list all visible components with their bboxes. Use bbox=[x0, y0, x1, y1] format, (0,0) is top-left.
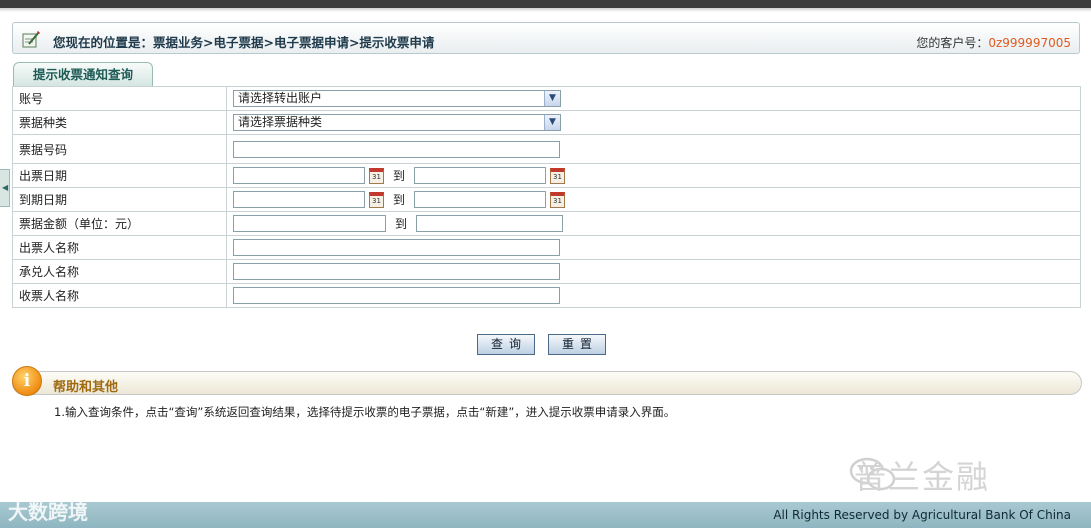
bill-number-input[interactable] bbox=[233, 140, 560, 158]
form-cell bbox=[226, 283, 1081, 308]
payee-name-input[interactable] bbox=[233, 287, 560, 304]
bill-type-select[interactable]: 请选择票据种类 ▼ bbox=[233, 114, 561, 131]
acceptor-name-input[interactable] bbox=[233, 263, 560, 280]
issue-date-end-input[interactable] bbox=[414, 167, 546, 184]
help-title: 帮助和其他 bbox=[53, 380, 119, 395]
amount-max-input[interactable] bbox=[416, 215, 563, 232]
form-label: 收票人名称 bbox=[12, 283, 227, 308]
help-text: 1.输入查询条件，点击“查询”系统返回查询结果，选择待提示收票的电子票据，点击“… bbox=[54, 405, 676, 419]
form-label: 票据金额（单位：元） bbox=[12, 211, 227, 236]
sidebar-collapse-handle[interactable]: ◀ bbox=[0, 169, 10, 207]
help-section-header bbox=[12, 371, 1082, 395]
form-cell: 31 到 31 bbox=[226, 163, 1081, 188]
bill-type-select-value: 请选择票据种类 bbox=[238, 115, 323, 129]
form-cell: 请选择票据种类 ▼ bbox=[226, 110, 1081, 135]
form-cell bbox=[226, 259, 1081, 284]
calendar-day: 31 bbox=[372, 196, 381, 205]
to-label: 到 bbox=[392, 193, 405, 207]
account-select[interactable]: 请选择转出账户 ▼ bbox=[233, 90, 561, 107]
form-label: 票据号码 bbox=[12, 134, 227, 164]
chevron-left-icon: ◀ bbox=[2, 183, 9, 192]
form-label: 到期日期 bbox=[12, 187, 227, 212]
customer-number: 您的客户号：0z999997005 bbox=[916, 34, 1071, 51]
reset-button[interactable]: 重置 bbox=[548, 334, 606, 355]
calendar-day: 31 bbox=[553, 172, 562, 181]
query-button[interactable]: 查询 bbox=[477, 334, 535, 355]
form-cell bbox=[226, 134, 1081, 164]
breadcrumb: 您现在的位置是：票据业务>电子票据>电子票据申请>提示收票申请 bbox=[53, 35, 435, 50]
tab-bill-query[interactable]: 提示收票通知查询 bbox=[13, 62, 153, 86]
form-cell: 请选择转出账户 ▼ bbox=[226, 86, 1081, 111]
form-label: 承兑人名称 bbox=[12, 259, 227, 284]
form-cell: 31 到 31 bbox=[226, 187, 1081, 212]
calendar-icon[interactable]: 31 bbox=[550, 167, 565, 184]
copyright-text: All Rights Reserved by Agricultural Bank… bbox=[773, 508, 1071, 522]
watermark-text: 普兰金融 bbox=[854, 458, 991, 496]
form-label: 出票日期 bbox=[12, 163, 227, 188]
form-label: 账号 bbox=[12, 86, 227, 111]
query-form: 账号 请选择转出账户 ▼ 票据种类 请选择票据种类 ▼ 票据号码 出票日期 31 到 3… bbox=[12, 86, 1081, 308]
calendar-day: 31 bbox=[372, 172, 381, 181]
pencil-note-icon bbox=[22, 31, 40, 48]
calendar-day: 31 bbox=[553, 196, 562, 205]
window-top-bar bbox=[0, 0, 1091, 8]
amount-min-input[interactable] bbox=[233, 215, 386, 232]
customer-number-label: 您的客户号： bbox=[916, 36, 989, 50]
customer-number-value: 0z999997005 bbox=[988, 36, 1071, 50]
form-cell: 到 bbox=[226, 211, 1081, 236]
drawer-name-input[interactable] bbox=[233, 239, 560, 256]
info-icon: i bbox=[12, 366, 42, 396]
form-label: 出票人名称 bbox=[12, 235, 227, 260]
chevron-down-icon[interactable]: ▼ bbox=[544, 91, 560, 106]
account-select-value: 请选择转出账户 bbox=[238, 91, 323, 105]
form-cell bbox=[226, 235, 1081, 260]
calendar-icon[interactable]: 31 bbox=[369, 191, 384, 208]
footer: All Rights Reserved by Agricultural Bank… bbox=[0, 502, 1091, 528]
top-shadow bbox=[0, 8, 1091, 12]
chevron-down-icon[interactable]: ▼ bbox=[544, 115, 560, 130]
issue-date-start-input[interactable] bbox=[233, 167, 365, 184]
to-label: 到 bbox=[394, 217, 407, 231]
due-date-end-input[interactable] bbox=[414, 191, 546, 208]
calendar-icon[interactable]: 31 bbox=[550, 191, 565, 208]
due-date-start-input[interactable] bbox=[233, 191, 365, 208]
watermark-logo: 大数跨境 bbox=[8, 500, 88, 524]
calendar-icon[interactable]: 31 bbox=[369, 167, 384, 184]
location-bar: 您现在的位置是：票据业务>电子票据>电子票据申请>提示收票申请 您的客户号：0z… bbox=[12, 22, 1080, 54]
form-label: 票据种类 bbox=[12, 110, 227, 135]
to-label: 到 bbox=[392, 169, 405, 183]
